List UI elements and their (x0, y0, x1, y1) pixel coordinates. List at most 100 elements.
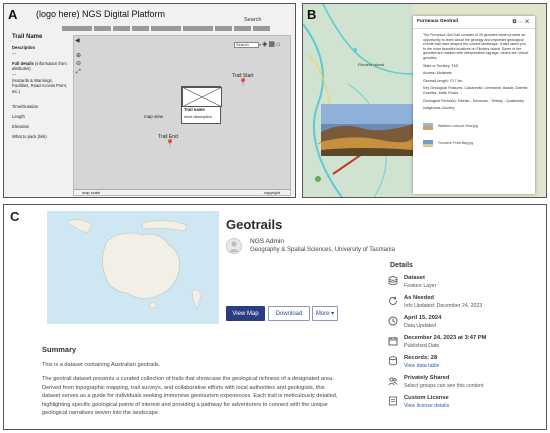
nav-item[interactable] (234, 26, 251, 31)
summary-heading: Summary (42, 345, 77, 354)
detail-title: Custom License (404, 395, 449, 401)
map-scale-label: map scale (82, 190, 101, 195)
map-tool-icons: ◈▦⌂ (262, 40, 281, 48)
map-search-input[interactable]: Search ⌕ (234, 42, 261, 48)
trail-end-pin-icon[interactable]: 📍 (165, 139, 175, 148)
detail-title: Privately Shared (404, 375, 450, 381)
nav-item[interactable] (113, 26, 130, 31)
nav-bar (62, 26, 270, 31)
wireframe-map[interactable]: Search ⌕ ◈▦⌂ ⊕ ⊖ ⤢ map view Trail Start … (73, 35, 291, 196)
nav-item[interactable] (183, 26, 213, 31)
detail-sub: Data Updated (404, 323, 437, 329)
nav-item[interactable] (62, 26, 92, 31)
map-footer: map scale copyright (74, 189, 290, 195)
full-details-block: Full details (information from attribute… (12, 61, 69, 71)
trail-name-heading: Trail Name (12, 34, 43, 40)
item-thumbnail-map[interactable] (47, 211, 219, 324)
database-icon (389, 356, 397, 366)
popup-header: Furneaux Geotrail ⧉⋯✕ (413, 16, 535, 29)
attachment-name: Trousers Point Bay.jpg (438, 140, 474, 145)
more-dropdown-button[interactable]: More ▾ (312, 306, 338, 321)
refresh-icon (389, 296, 397, 305)
attachment-item[interactable]: Walkers Lookout View.jpg (423, 122, 529, 130)
detail-title: Dataset (404, 275, 425, 281)
attachment-thumbnail (423, 122, 433, 130)
detail-title: December 24, 2023 at 3:47 PM (404, 335, 487, 341)
trail-sidebar: Trail Name Description --- Full details … (12, 34, 69, 193)
map-place-label: Flinders Island (358, 62, 385, 67)
nav-item[interactable] (253, 26, 270, 31)
detail-dataset: Dataset Feature Layer (388, 275, 544, 295)
owner-name[interactable]: NGS Admin (250, 238, 284, 245)
popup-access: Access: Moderate (423, 71, 452, 76)
zoom-in-icon[interactable]: ⊕ (76, 52, 81, 60)
item-page-panel: C Geotrails NGS Admin Geography & Spatia… (3, 204, 547, 430)
detail-update-frequency: As Needed Info Updated: December 24, 202… (388, 295, 544, 315)
nav-item[interactable] (151, 26, 181, 31)
feature-popup: Furneaux Geotrail ⧉⋯✕ The Furneaux GeoTr… (413, 16, 535, 194)
nav-item[interactable] (132, 26, 149, 31)
fullscreen-icon[interactable]: ⤢ (76, 68, 81, 76)
calendar-icon (388, 337, 398, 346)
zoom-controls: ⊕ ⊖ ⤢ (76, 52, 81, 76)
details-heading: Details (390, 262, 413, 269)
nav-item[interactable] (215, 26, 232, 31)
collapse-arrow-icon[interactable]: ◀ (75, 37, 80, 44)
elevation-label: Elevation (12, 124, 30, 130)
attachment-item[interactable]: Trousers Point Bay.jpg (423, 139, 529, 147)
popup-indigenous: Indigenous Country: (423, 106, 456, 111)
popup-body: The Furneaux GeoTrail consists of 26 geo… (413, 29, 535, 147)
layers-icon (388, 276, 398, 286)
trail-popup[interactable]: Trail name short description (181, 86, 222, 124)
summary-short: This is a dataset containing Australian … (42, 362, 161, 368)
view-license-link[interactable]: View license details (404, 403, 449, 409)
header-search-link[interactable]: Search (244, 17, 261, 23)
detail-sharing: Privately Shared Select groups can see t… (388, 375, 544, 395)
platform-title: (logo here) NGS Digital Platform (36, 9, 166, 19)
avatar[interactable] (226, 238, 242, 254)
geotrail-photo[interactable] (321, 104, 413, 156)
nav-item[interactable] (94, 26, 111, 31)
panel-label-c: C (10, 209, 20, 224)
detail-data-updated: April 15, 2024 Data Updated (388, 315, 544, 335)
item-title: Geotrails (226, 217, 283, 232)
map-search-placeholder: Search (236, 42, 249, 47)
detail-records: Records: 28 View data table (388, 355, 544, 375)
description-value: --- (12, 51, 17, 57)
popup-trail-name: Trail name (184, 107, 205, 112)
license-icon (389, 396, 397, 406)
attachment-thumbnail (423, 139, 433, 147)
wireframe-panel: A (logo here) NGS Digital Platform Searc… (3, 3, 296, 198)
zoom-out-icon[interactable]: ⊖ (76, 60, 81, 68)
detail-sub: Feature Layer (404, 283, 437, 289)
detail-license: Custom License View license details (388, 395, 544, 415)
panel-label-a: A (8, 7, 18, 22)
detail-sub: Select groups can see this content (404, 383, 484, 389)
view-map-button[interactable]: View Map (226, 306, 265, 321)
popup-length: Geotrail Length: 70.7 km (423, 78, 463, 83)
time-duration-label: Time/Duration (12, 103, 39, 109)
what-to-pack-link[interactable]: What to pack (link) (12, 134, 69, 139)
popup-key-features: Key Geological Features: Calcarenite, Li… (423, 86, 529, 95)
user-icon (229, 241, 239, 252)
description-label: Description (12, 45, 36, 51)
detail-title: Records: 28 (404, 355, 438, 361)
popup-short-description: short description (184, 115, 212, 119)
users-icon (388, 377, 398, 386)
summary-long: The geotrail dataset presents a curated … (42, 376, 338, 416)
basemap-icon[interactable]: ▦ (268, 41, 276, 48)
download-button[interactable]: Download (268, 306, 310, 321)
popup-title: Furneaux Geotrail (417, 19, 459, 24)
detail-sub: Published Date (404, 343, 440, 349)
popup-state: State or Territory: TAS (423, 63, 459, 68)
popup-actions: ⧉⋯✕ (513, 19, 531, 25)
detail-title: April 15, 2024 (404, 315, 442, 321)
trail-start-pin-icon[interactable]: 📍 (238, 78, 248, 87)
image-placeholder-icon (182, 87, 222, 107)
view-data-table-link[interactable]: View data table (404, 363, 439, 369)
close-icon[interactable]: ✕ (525, 19, 531, 25)
map-view-label: map view (144, 114, 164, 119)
hazards-note: (Hazards & Warnings, Facilities, Road Ac… (12, 78, 67, 94)
home-icon[interactable]: ⌂ (276, 41, 281, 48)
detail-title: As Needed (404, 295, 434, 301)
